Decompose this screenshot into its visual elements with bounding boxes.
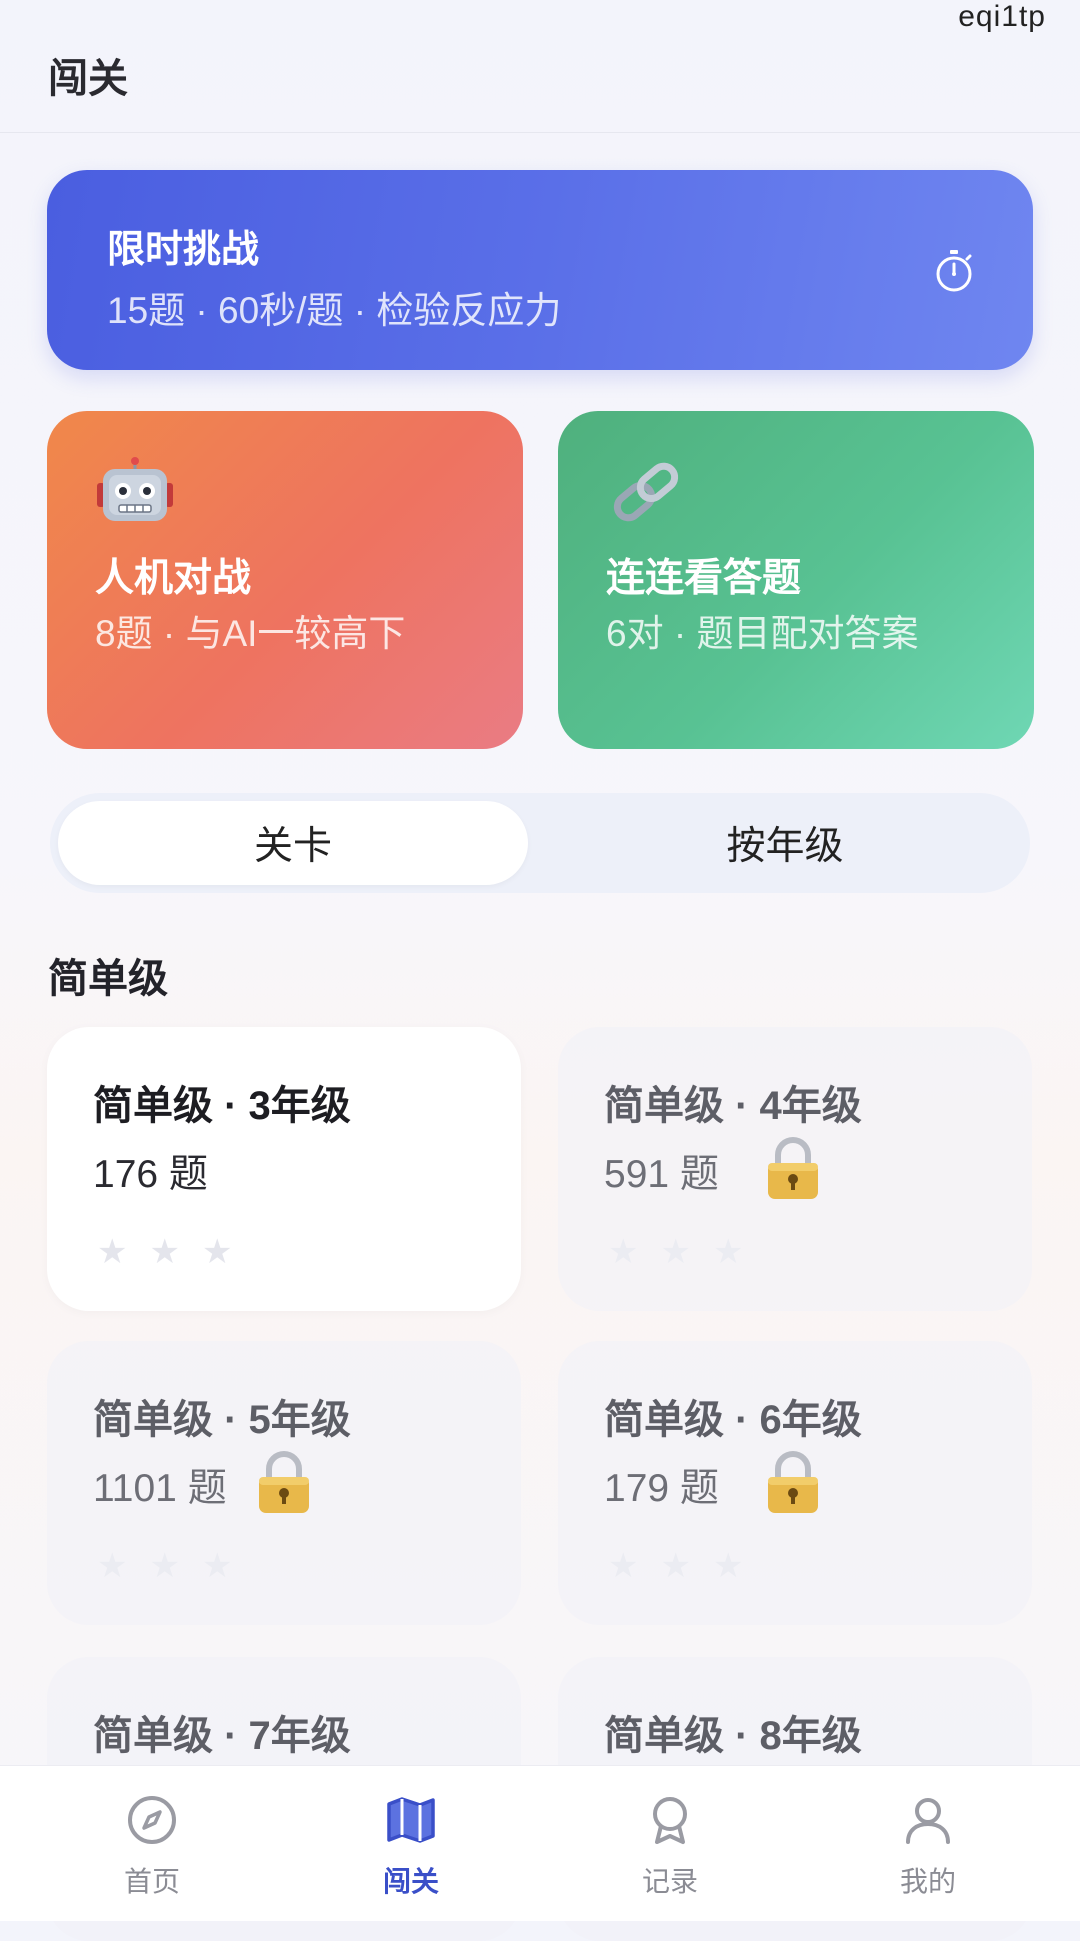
nav-item-levels[interactable]: 闯关 [311,1766,511,1921]
nav-label: 我的 [899,1866,956,1897]
level-stars: ★ ★ ★ [608,1549,743,1583]
link-icon [613,462,679,522]
level-card[interactable]: 简单级 · 4年级 591 题 ★ ★ ★ [558,1027,1032,1311]
level-count: 179 题 [604,1467,719,1510]
section-title: 简单级 [48,957,168,1001]
star-icon: ★ [149,1547,180,1585]
nav-item-profile[interactable]: 我的 [828,1766,1028,1921]
challenge-title: 限时挑战 [107,229,260,271]
level-card[interactable]: 简单级 · 3年级 176 题 ★ ★ ★ [47,1027,521,1311]
lock-icon [768,1137,818,1199]
star-icon: ★ [608,1233,639,1271]
tab-levels[interactable]: 关卡 [58,801,528,885]
top-header: 闯关 [0,0,1080,133]
level-stars: ★ ★ ★ [97,1549,232,1583]
ai-battle-title: 人机对战 [95,557,252,600]
level-stars: ★ ★ ★ [97,1235,232,1269]
ai-battle-card[interactable]: 人机对战 8题 · 与AI一较高下 [47,411,523,749]
star-icon: ★ [660,1233,691,1271]
level-stars: ★ ★ ★ [608,1235,743,1269]
link-match-desc: 6对 · 题目配对答案 [606,613,919,654]
link-match-title: 连连看答题 [606,557,802,600]
star-icon: ★ [608,1547,639,1585]
page-title: 闯关 [48,57,128,101]
nav-label: 记录 [641,1866,698,1897]
stopwatch-icon [936,250,972,292]
ai-battle-desc: 8题 · 与AI一较高下 [95,613,406,654]
nav-item-home[interactable]: 首页 [52,1766,252,1921]
nav-label: 首页 [123,1866,180,1897]
level-title: 简单级 · 4年级 [604,1084,862,1128]
map-icon [387,1797,435,1843]
level-title: 简单级 · 6年级 [604,1398,862,1442]
star-icon: ★ [97,1547,128,1585]
level-card[interactable]: 简单级 · 5年级 1101 题 ★ ★ ★ [47,1341,521,1625]
challenge-subtitle: 15题 · 60秒/题 · 检验反应力 [107,290,562,331]
star-icon: ★ [201,1233,233,1271]
bottom-nav: 首页 闯关 记录 我的 [0,1765,1080,1921]
mode-tabs: 关卡 按年级 [50,793,1030,893]
star-icon: ★ [97,1233,128,1271]
nav-item-records[interactable]: 记录 [570,1766,770,1921]
star-icon: ★ [712,1233,744,1271]
level-title: 简单级 · 3年级 [93,1084,351,1128]
star-icon: ★ [201,1547,233,1585]
level-count: 1101 题 [93,1467,227,1510]
level-title: 简单级 · 7年级 [93,1714,351,1758]
star-icon: ★ [712,1547,744,1585]
compass-icon [128,1796,176,1844]
link-match-card[interactable]: 连连看答题 6对 · 题目配对答案 [558,411,1034,749]
star-icon: ★ [149,1233,180,1271]
level-title: 简单级 · 8年级 [604,1714,862,1758]
timed-challenge-card[interactable]: 限时挑战 15题 · 60秒/题 · 检验反应力 [47,170,1033,370]
user-icon [906,1798,950,1844]
level-card[interactable]: 简单级 · 6年级 179 题 ★ ★ ★ [558,1341,1032,1625]
tab-by-grade[interactable]: 按年级 [550,801,1020,885]
lock-icon [768,1451,818,1513]
level-title: 简单级 · 5年级 [93,1398,351,1442]
level-count: 591 题 [604,1153,719,1196]
lock-icon [259,1451,309,1513]
badge-icon [653,1797,687,1844]
robot-icon [97,457,173,521]
star-icon: ★ [660,1547,691,1585]
level-count: 176 题 [93,1153,208,1196]
nav-label: 闯关 [382,1866,439,1897]
